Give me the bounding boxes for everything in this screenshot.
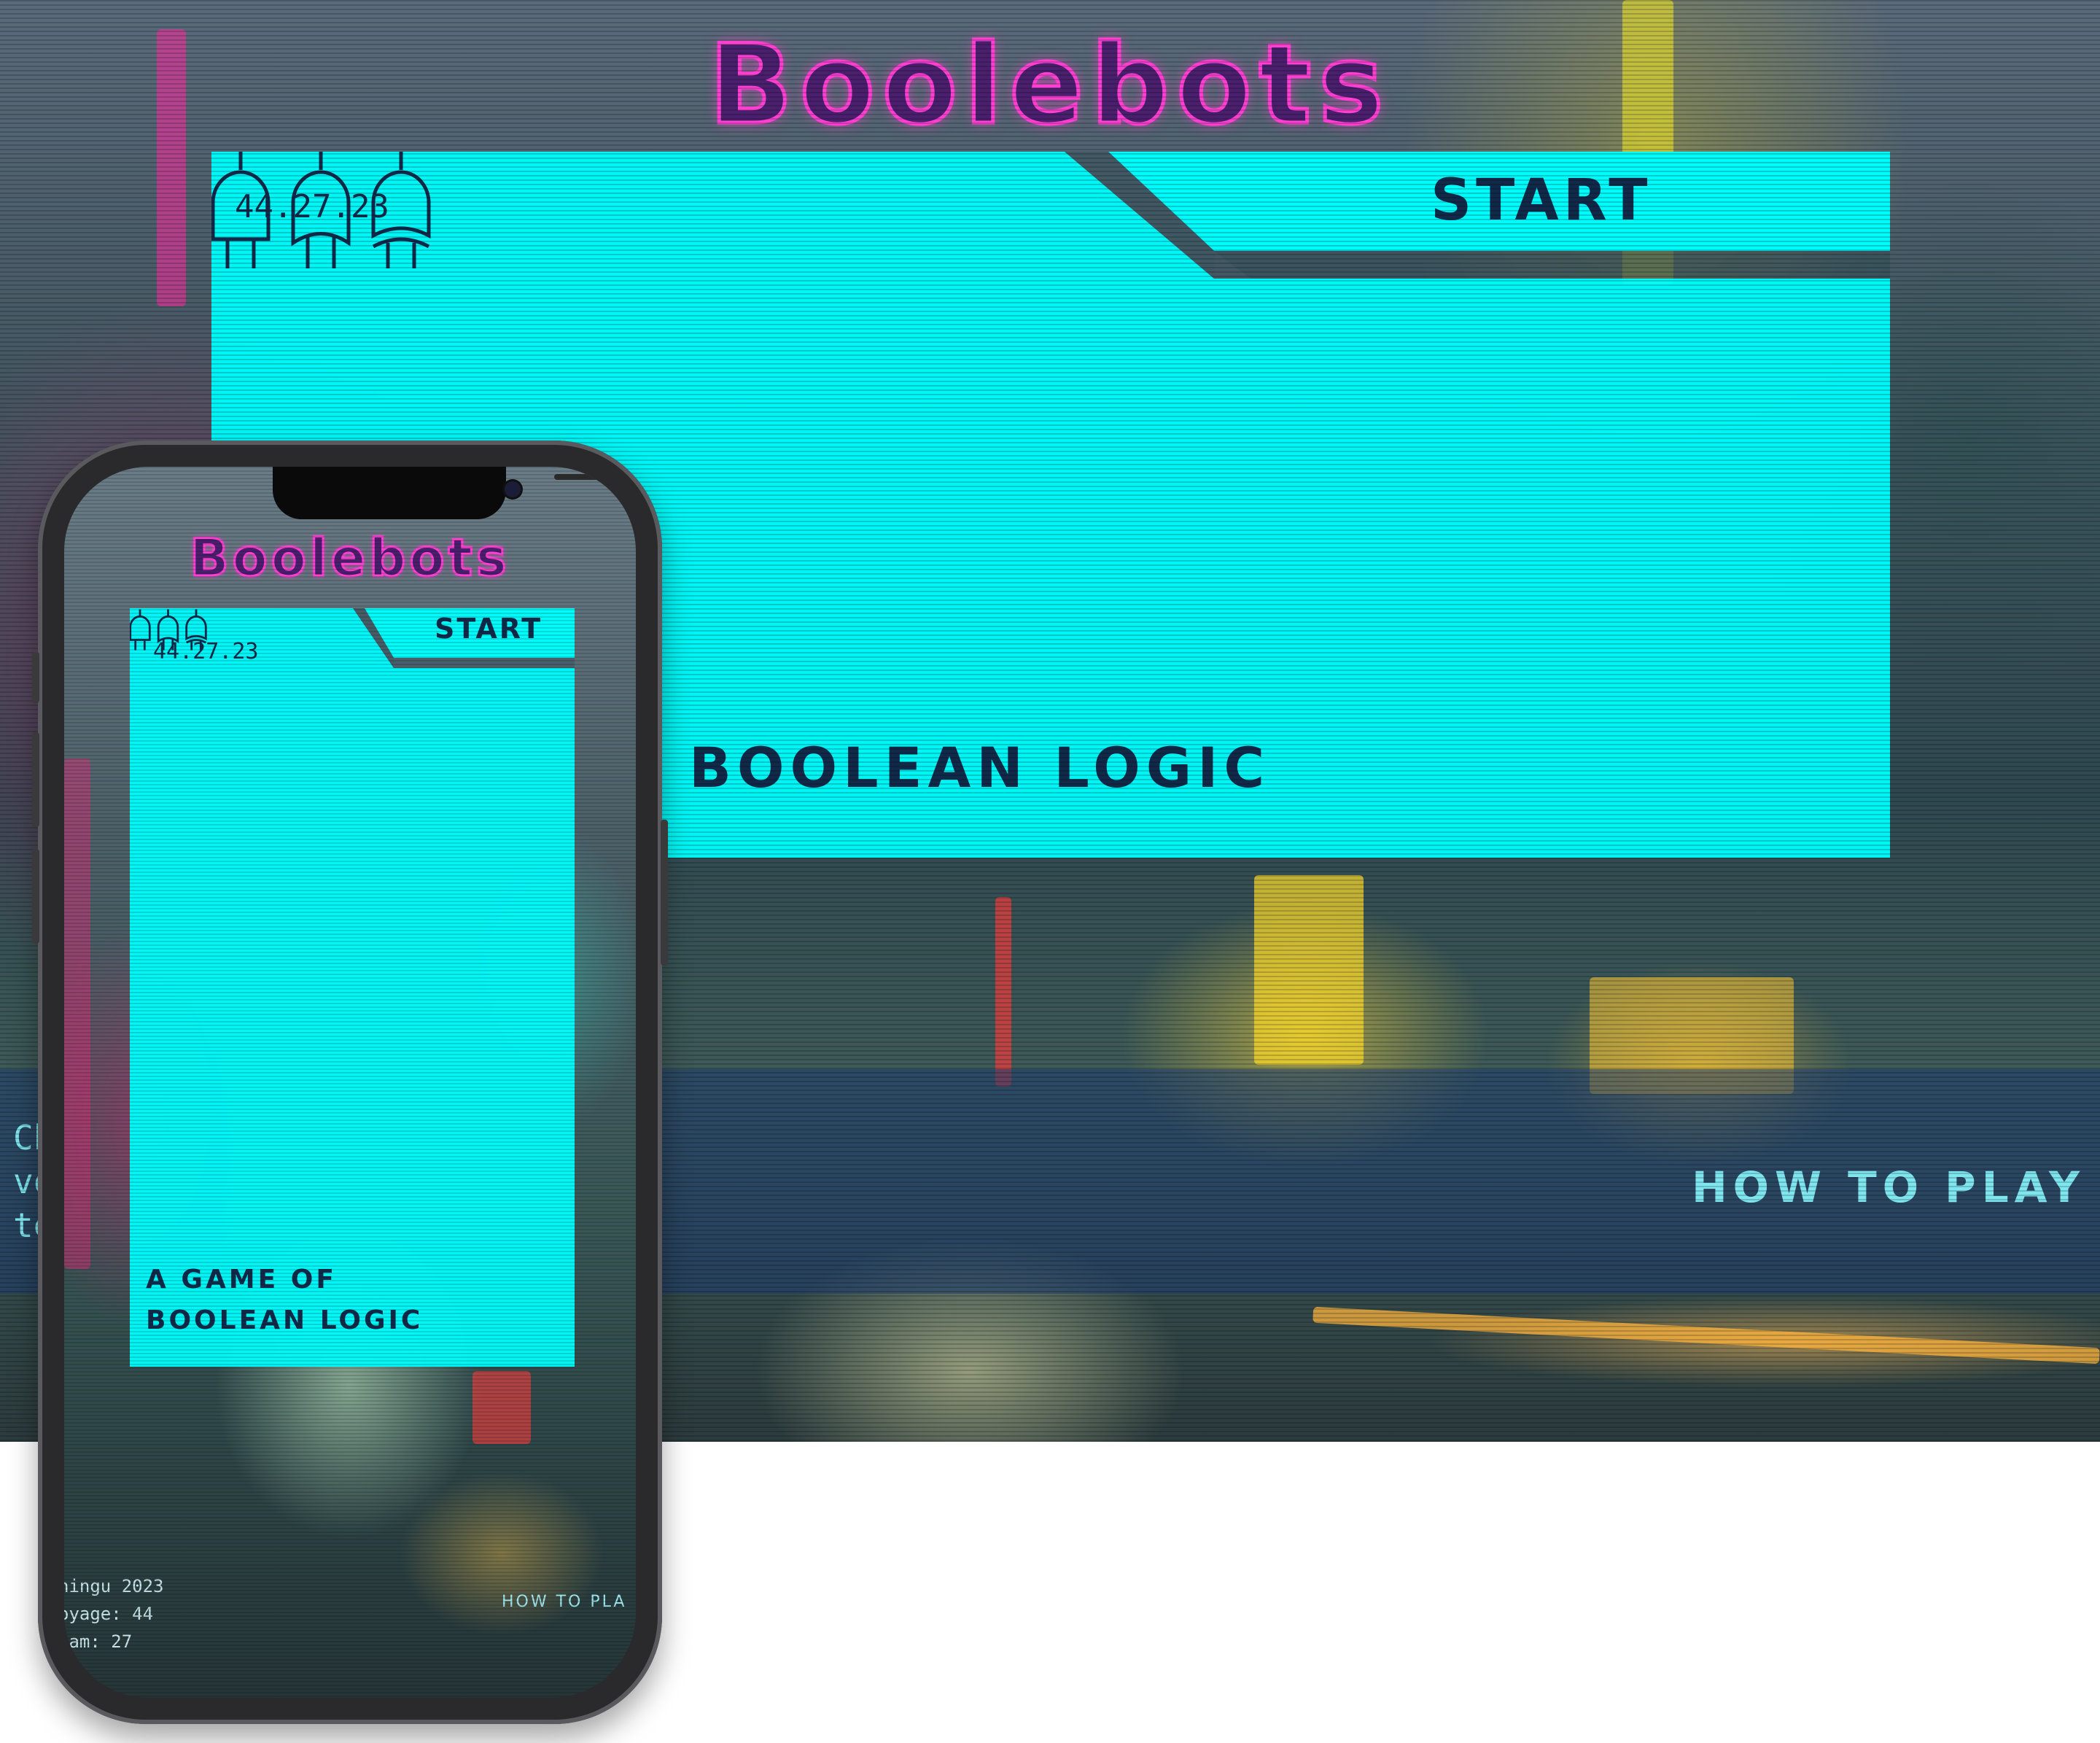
- subtitle-line-2: BOOLEAN LOGIC: [146, 1305, 424, 1335]
- phone-frame: Boolebots 44.27.23 START A GAME OF BOOLE…: [32, 440, 668, 1724]
- speaker-grille: [554, 474, 636, 480]
- how-to-play-button[interactable]: HOW TO PLA: [502, 1593, 626, 1611]
- xor-gate-icon: [371, 152, 431, 268]
- and-gate-icon: [211, 152, 271, 268]
- neon-sign-yellow: [1254, 875, 1364, 1065]
- credits-line: eam: 27: [64, 1631, 133, 1652]
- subtitle: BOOLEAN LOGIC: [689, 735, 1271, 800]
- mute-switch: [32, 652, 39, 703]
- game-title: Boolebots: [707, 20, 1391, 151]
- neon-sign-red: [995, 897, 1011, 1087]
- credits-info: hingu 2023 oyage: 44 eam: 27: [64, 1572, 164, 1655]
- and-gate-icon: [130, 609, 151, 651]
- power-button: [661, 820, 668, 966]
- road-glow: [1312, 1306, 2100, 1364]
- start-button[interactable]: START: [435, 613, 542, 645]
- or-gate-icon: [291, 152, 351, 268]
- subtitle-line-1: A GAME OF: [146, 1265, 337, 1294]
- or-gate-icon: [157, 609, 179, 651]
- logic-gate-icons: [211, 152, 431, 268]
- phone-notch: [273, 467, 636, 519]
- neon-sign-red: [472, 1371, 531, 1444]
- credits-line: oyage: 44: [64, 1604, 154, 1624]
- logic-gate-icons: [130, 609, 207, 651]
- credits-line: hingu 2023: [64, 1576, 164, 1596]
- volume-up-button: [32, 732, 39, 827]
- neon-sign-pink: [64, 758, 90, 1269]
- start-button[interactable]: START: [1431, 168, 1652, 233]
- how-to-play-button[interactable]: HOW TO PLAY: [1692, 1162, 2085, 1212]
- panel-shape: [130, 608, 575, 1367]
- game-title: Boolebots: [189, 527, 510, 589]
- volume-down-button: [32, 849, 39, 944]
- camera-icon: [505, 481, 521, 497]
- xor-gate-icon: [185, 609, 207, 651]
- main-panel: 44.27.23 START A GAME OF BOOLEAN LOGIC: [130, 608, 575, 1367]
- phone-screen: Boolebots 44.27.23 START A GAME OF BOOLE…: [64, 467, 636, 1698]
